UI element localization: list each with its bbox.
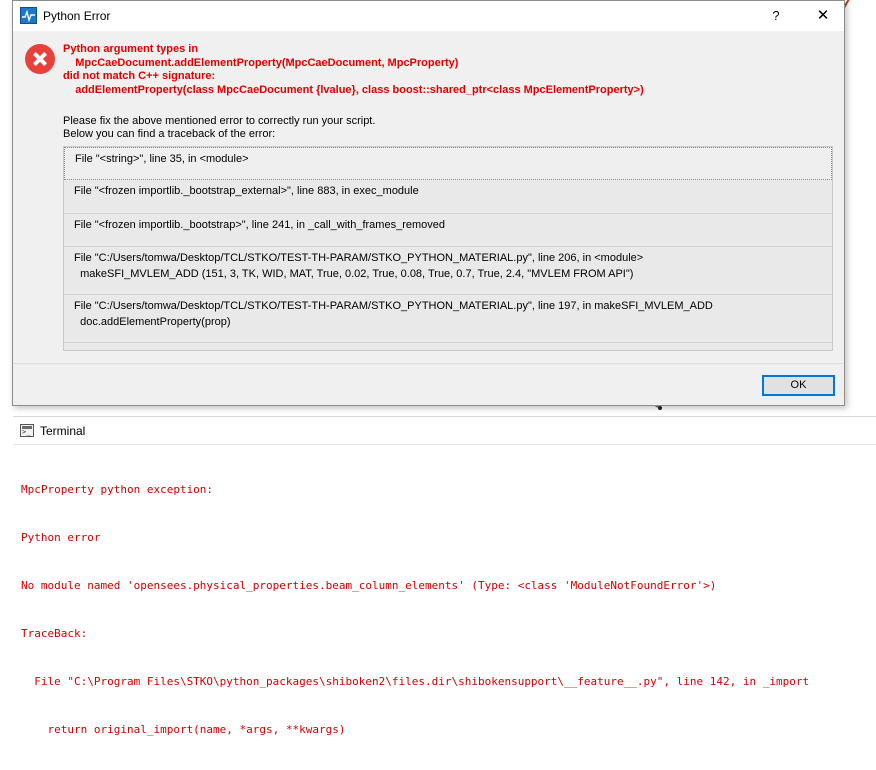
terminal-line: File "C:\Program Files\STKO\python_packa… — [21, 675, 810, 688]
terminal-line: TraceBack: — [21, 627, 88, 640]
instructions-text: Please fix the above mentioned error to … — [63, 115, 375, 141]
instruction-line: Below you can find a traceback of the er… — [63, 128, 276, 140]
terminal-panel: Terminal MpcProperty python exception: P… — [13, 416, 876, 736]
terminal-line: MpcProperty python exception: — [21, 483, 214, 496]
terminal-icon — [20, 424, 34, 437]
terminal-title: Terminal — [40, 423, 86, 438]
dialog-title: Python Error — [43, 9, 111, 23]
ok-button[interactable]: OK — [762, 375, 835, 396]
terminal-line: No module named 'opensees.physical_prope… — [21, 579, 717, 592]
error-icon — [25, 44, 55, 74]
error-message: Python argument types in MpcCaeDocument.… — [63, 43, 644, 97]
terminal-output[interactable]: MpcProperty python exception: Python err… — [13, 445, 876, 770]
help-button[interactable]: ? — [761, 4, 791, 28]
traceback-item[interactable]: File "C:/Users/tomwa/Desktop/TCL/STKO/TE… — [64, 247, 832, 295]
traceback-item[interactable]: File "<string>", line 35, in <module> — [64, 147, 832, 180]
terminal-line: Python error — [21, 531, 101, 544]
error-line: MpcCaeDocument.addElementProperty(MpcCae… — [63, 56, 459, 69]
footer-divider — [13, 363, 844, 364]
traceback-item[interactable]: File "<frozen importlib._bootstrap_exter… — [64, 180, 832, 214]
close-button[interactable]: ✕ — [808, 4, 838, 28]
error-line: did not match C++ signature: — [63, 70, 216, 82]
error-line: addElementProperty(class MpcCaeDocument … — [63, 83, 644, 96]
terminal-header: Terminal — [13, 417, 876, 445]
stko-app-icon — [20, 7, 37, 24]
traceback-item[interactable]: File "<frozen importlib._bootstrap>", li… — [64, 214, 832, 247]
traceback-item[interactable]: File "C:/Users/tomwa/Desktop/TCL/STKO/TE… — [64, 295, 832, 343]
instruction-line: Please fix the above mentioned error to … — [63, 115, 376, 127]
dialog-titlebar[interactable]: Python Error ? ✕ — [13, 1, 844, 31]
traceback-list[interactable]: File "<string>", line 35, in <module> Fi… — [63, 146, 833, 351]
viewport-area[interactable] — [845, 0, 876, 415]
python-error-dialog: Python Error ? ✕ Python argument types i… — [12, 0, 845, 406]
terminal-line: return original_import(name, *args, **kw… — [21, 723, 346, 736]
error-line: Python argument types in — [63, 43, 199, 55]
